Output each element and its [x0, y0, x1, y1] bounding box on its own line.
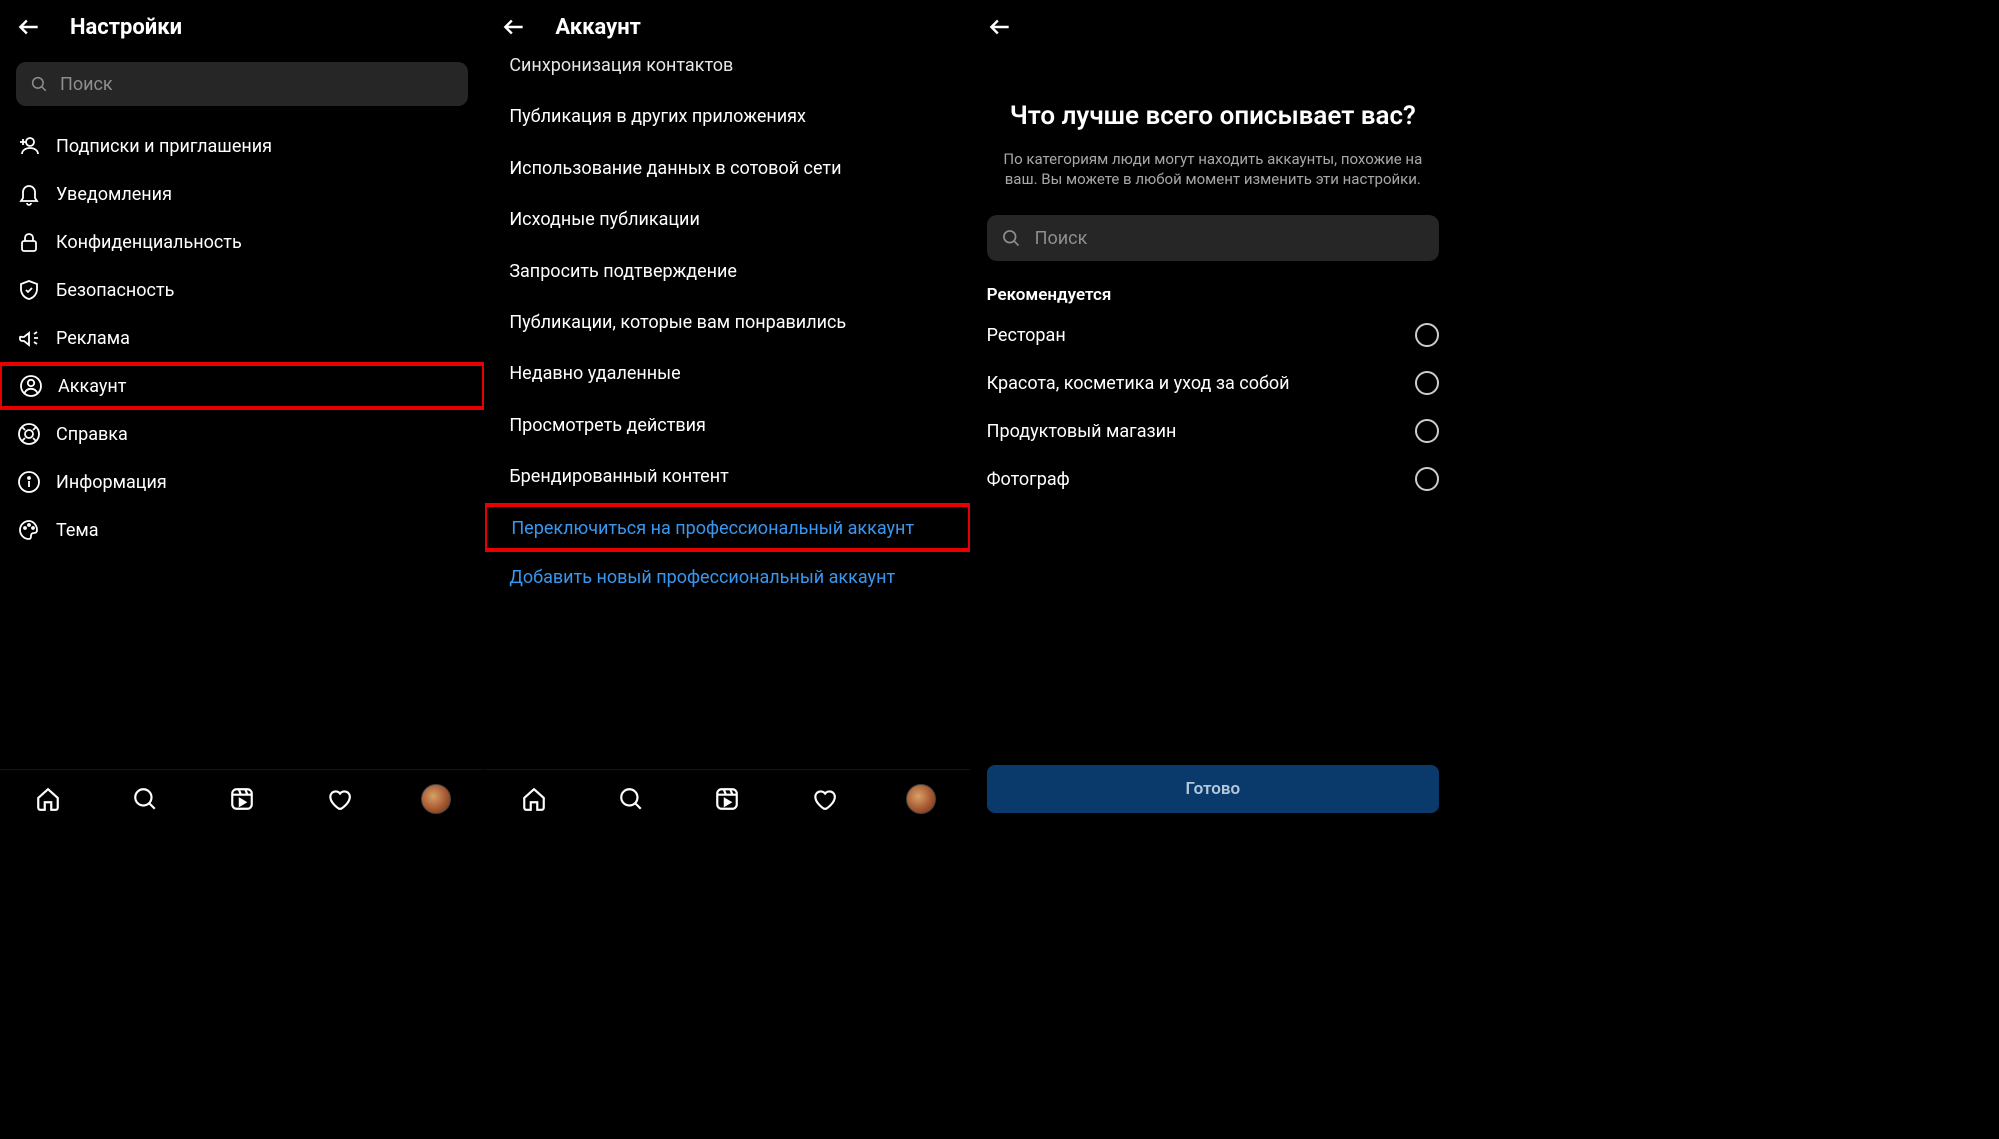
- done-button[interactable]: Готово: [987, 765, 1439, 813]
- list-item[interactable]: Публикация в других приложениях: [485, 91, 969, 142]
- person-plus-icon: [16, 133, 42, 159]
- menu-item-account[interactable]: Аккаунт: [0, 362, 484, 410]
- option-label: Красота, косметика и уход за собой: [987, 373, 1290, 394]
- search-icon: [30, 75, 48, 93]
- category-option[interactable]: Продуктовый магазин: [987, 407, 1439, 455]
- radio-icon: [1415, 371, 1439, 395]
- menu-item-privacy[interactable]: Конфиденциальность: [0, 218, 484, 266]
- megaphone-icon: [16, 325, 42, 351]
- list-item-add-professional[interactable]: Добавить новый профессиональный аккаунт: [485, 552, 969, 603]
- profile-avatar[interactable]: [421, 784, 451, 814]
- search-input[interactable]: Поиск: [16, 62, 468, 106]
- screen-category: Что лучше всего описывает вас? По катего…: [971, 0, 1456, 827]
- back-arrow-icon[interactable]: [987, 14, 1013, 40]
- menu-item-notifications[interactable]: Уведомления: [0, 170, 484, 218]
- page-title: Настройки: [70, 15, 182, 40]
- list-item[interactable]: Использование данных в сотовой сети: [485, 143, 969, 194]
- page-title: Аккаунт: [555, 15, 641, 40]
- category-search-input[interactable]: Поиск: [987, 215, 1439, 261]
- header: [971, 0, 1455, 54]
- search-placeholder: Поиск: [60, 74, 113, 95]
- help-icon: [16, 421, 42, 447]
- heart-icon[interactable]: [809, 784, 839, 814]
- menu-label: Безопасность: [56, 280, 174, 301]
- info-icon: [16, 469, 42, 495]
- profile-avatar[interactable]: [906, 784, 936, 814]
- back-arrow-icon[interactable]: [501, 14, 527, 40]
- recommended-label: Рекомендуется: [987, 285, 1439, 305]
- reels-icon[interactable]: [712, 784, 742, 814]
- option-label: Продуктовый магазин: [987, 421, 1177, 442]
- menu-label: Информация: [56, 472, 167, 493]
- avatar-icon: [421, 784, 451, 814]
- category-title: Что лучше всего описывает вас?: [987, 100, 1439, 133]
- menu-label: Справка: [56, 424, 128, 445]
- menu-label: Реклама: [56, 328, 130, 349]
- menu-label: Тема: [56, 520, 99, 541]
- lock-icon: [16, 229, 42, 255]
- menu-label: Конфиденциальность: [56, 232, 242, 253]
- menu-item-ads[interactable]: Реклама: [0, 314, 484, 362]
- home-icon[interactable]: [33, 784, 63, 814]
- radio-icon: [1415, 467, 1439, 491]
- menu-item-theme[interactable]: Тема: [0, 506, 484, 554]
- avatar-icon: [906, 784, 936, 814]
- list-item[interactable]: Исходные публикации: [485, 194, 969, 245]
- category-desc: По категориям люди могут находить аккаун…: [987, 149, 1439, 190]
- list-item[interactable]: Недавно удаленные: [485, 348, 969, 399]
- list-item-switch-professional[interactable]: Переключиться на профессиональный аккаун…: [485, 503, 969, 552]
- list-item[interactable]: Запросить подтверждение: [485, 246, 969, 297]
- shield-icon: [16, 277, 42, 303]
- bell-icon: [16, 181, 42, 207]
- category-option[interactable]: Ресторан: [987, 311, 1439, 359]
- menu-item-help[interactable]: Справка: [0, 410, 484, 458]
- search-nav-icon[interactable]: [130, 784, 160, 814]
- bottom-nav: [485, 769, 969, 827]
- palette-icon: [16, 517, 42, 543]
- account-menu: Синхронизация контактов Публикация в дру…: [485, 54, 969, 769]
- menu-item-about[interactable]: Информация: [0, 458, 484, 506]
- menu-label: Подписки и приглашения: [56, 136, 272, 157]
- reels-icon[interactable]: [227, 784, 257, 814]
- option-label: Ресторан: [987, 325, 1066, 346]
- screen-settings: Настройки Поиск Подписки и приглашения У…: [0, 0, 485, 827]
- radio-icon: [1415, 323, 1439, 347]
- search-nav-icon[interactable]: [616, 784, 646, 814]
- search-placeholder: Поиск: [1035, 228, 1088, 249]
- header: Аккаунт: [485, 0, 969, 54]
- category-option[interactable]: Красота, косметика и уход за собой: [987, 359, 1439, 407]
- list-item[interactable]: Брендированный контент: [485, 451, 969, 502]
- search-icon: [1001, 228, 1021, 248]
- person-circle-icon: [18, 373, 44, 399]
- header: Настройки: [0, 0, 484, 54]
- heart-icon[interactable]: [324, 784, 354, 814]
- settings-menu: Подписки и приглашения Уведомления Конфи…: [0, 114, 484, 769]
- category-content: Что лучше всего описывает вас? По катего…: [971, 54, 1455, 827]
- menu-item-security[interactable]: Безопасность: [0, 266, 484, 314]
- menu-item-follow-invite[interactable]: Подписки и приглашения: [0, 122, 484, 170]
- menu-label: Уведомления: [56, 184, 172, 205]
- list-item[interactable]: Просмотреть действия: [485, 400, 969, 451]
- list-item[interactable]: Публикации, которые вам понравились: [485, 297, 969, 348]
- radio-icon: [1415, 419, 1439, 443]
- option-label: Фотограф: [987, 469, 1070, 490]
- screen-account: Аккаунт Синхронизация контактов Публикац…: [485, 0, 970, 827]
- home-icon[interactable]: [519, 784, 549, 814]
- menu-label: Аккаунт: [58, 376, 126, 397]
- category-option[interactable]: Фотограф: [987, 455, 1439, 503]
- list-item[interactable]: Синхронизация контактов: [485, 54, 969, 91]
- back-arrow-icon[interactable]: [16, 14, 42, 40]
- bottom-nav: [0, 769, 484, 827]
